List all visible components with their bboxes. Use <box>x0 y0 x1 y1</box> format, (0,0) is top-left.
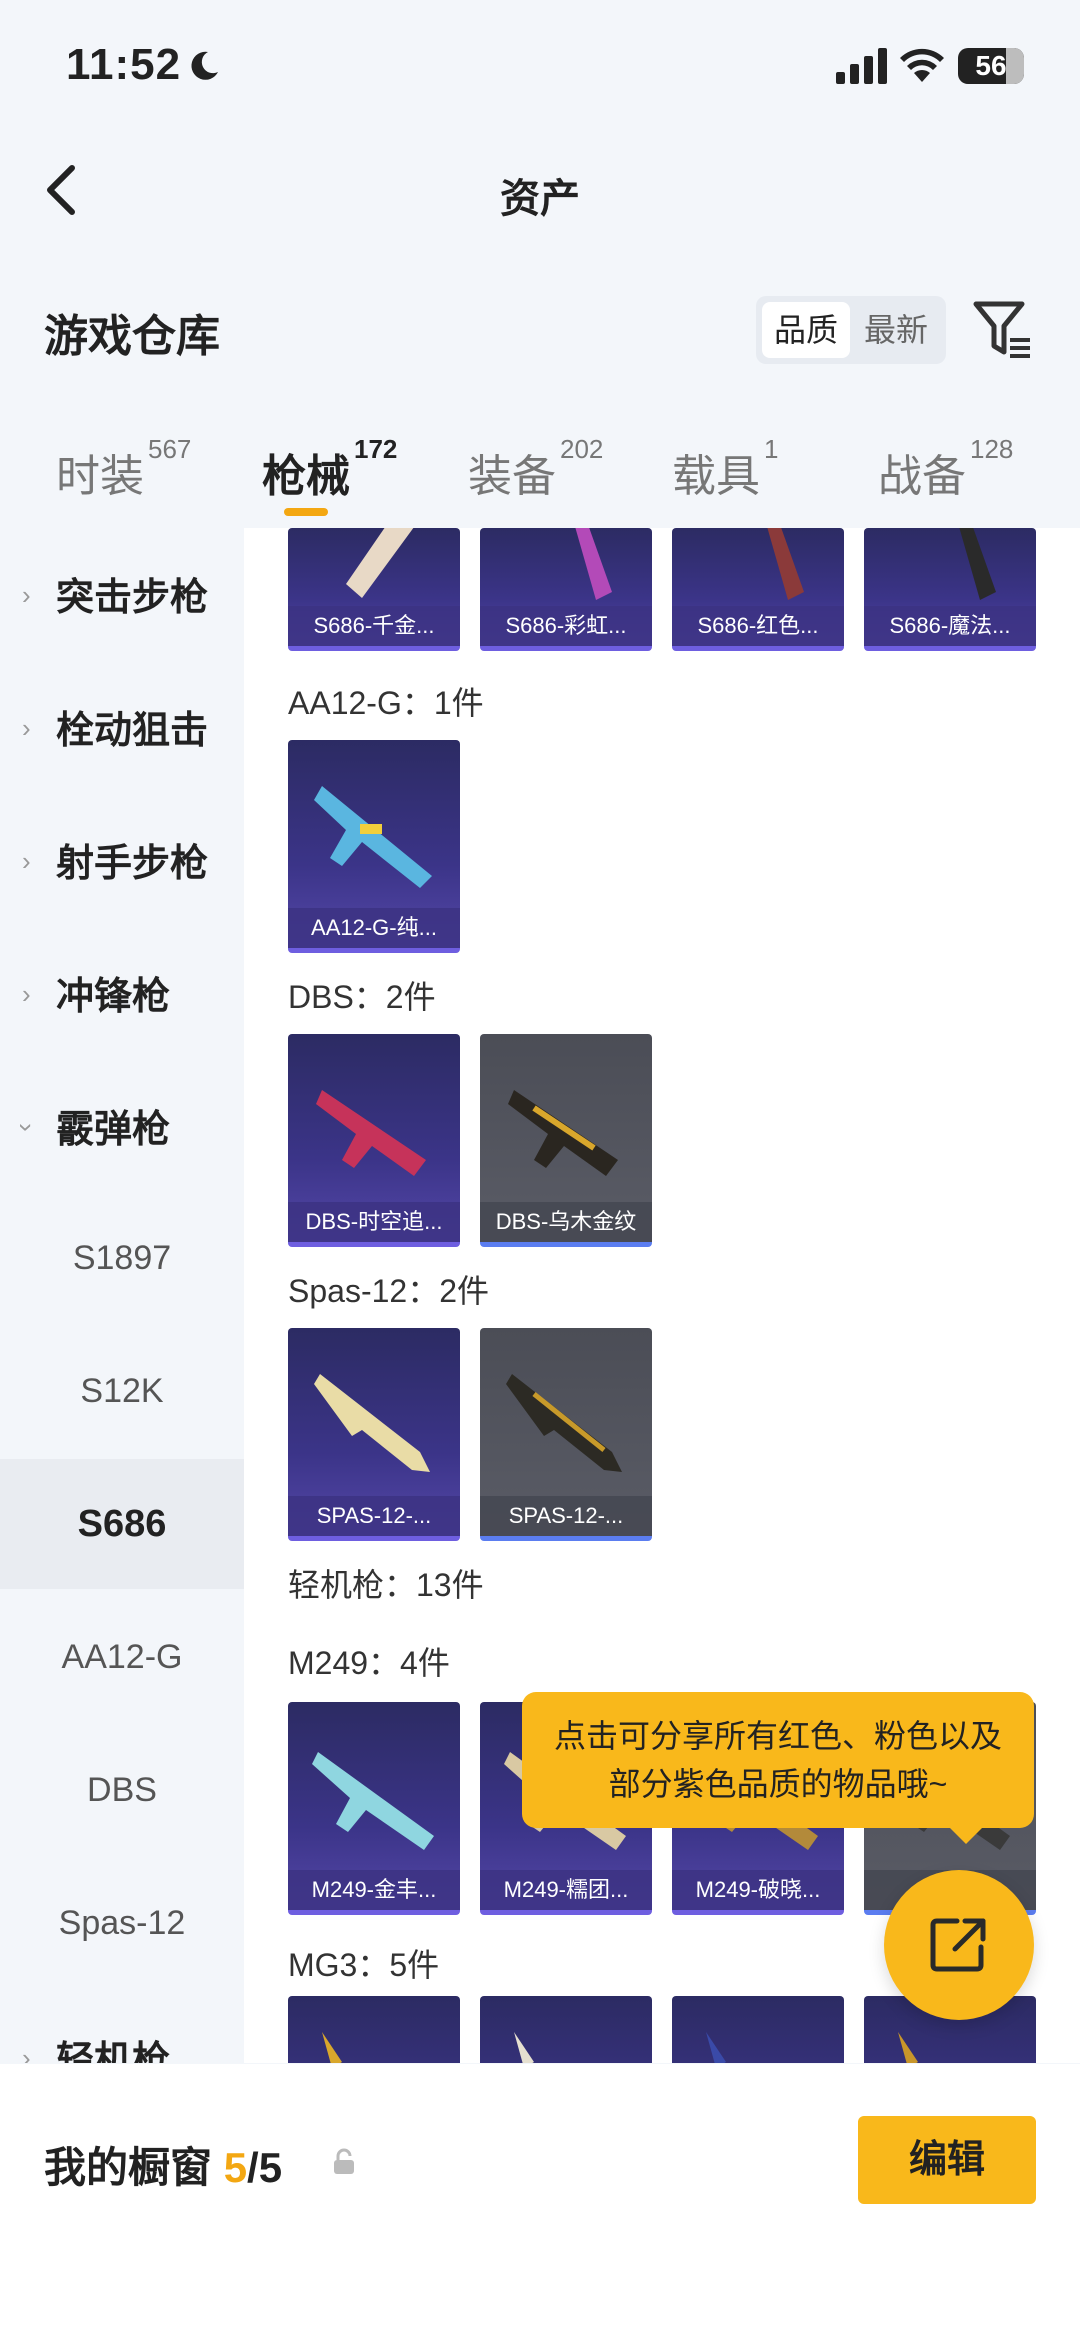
aa12g-row: AA12-G-纯... <box>288 740 460 953</box>
shotgun-icon <box>767 528 804 600</box>
showcase-current: 5 <box>223 2144 248 2191</box>
machine-gun-icon <box>514 2032 534 2063</box>
sidebar-item-lmg[interactable]: › 轻机枪 <box>0 1991 244 2063</box>
shotgun-icon <box>316 1090 426 1176</box>
page-title: 资产 <box>500 177 580 221</box>
chevron-down-icon: › <box>11 1123 42 1132</box>
item-card[interactable]: S686-千金... <box>288 528 460 651</box>
chevron-right-icon: › <box>22 2043 31 2063</box>
item-card[interactable] <box>288 1996 460 2063</box>
sidebar-sub-s686[interactable]: S686 <box>0 1459 244 1589</box>
category-tabs: 时装567 枪械172 装备202 载具1 战备128 <box>0 430 1080 530</box>
weapon-category-sidebar: › 突击步枪 › 栓动狙击 › 射手步枪 › 冲锋枪 › 霰弹枪 S1897 S… <box>0 528 244 2063</box>
machine-gun-icon <box>706 2032 726 2063</box>
sidebar-sub-s12k[interactable]: S12K <box>0 1326 244 1456</box>
shotgun-icon <box>959 528 996 600</box>
share-tooltip: 点击可分享所有红色、粉色以及 部分紫色品质的物品哦~ <box>522 1692 1034 1844</box>
shotgun-icon <box>575 528 612 600</box>
machine-gun-icon <box>322 2032 342 2063</box>
sidebar-sub-aa12g[interactable]: AA12-G <box>0 1592 244 1722</box>
group-title-spas12: Spas-12：2件 <box>288 1273 489 1309</box>
sidebar-sub-spas12[interactable]: Spas-12 <box>0 1858 244 1988</box>
item-card[interactable]: DBS-时空追... <box>288 1034 460 1247</box>
tab-fashion[interactable]: 时装567 <box>56 434 191 504</box>
item-card[interactable]: S686-彩虹... <box>480 528 652 651</box>
tooltip-line-2: 部分紫色品质的物品哦~ <box>608 1766 948 1802</box>
item-card[interactable]: S686-魔法... <box>864 528 1036 651</box>
sidebar-item-marksman-rifle[interactable]: › 射手步枪 <box>0 794 244 924</box>
edit-button[interactable]: 编辑 <box>858 2116 1036 2204</box>
item-card[interactable]: AA12-G-纯... <box>288 740 460 953</box>
tooltip-line-1: 点击可分享所有红色、粉色以及 <box>553 1718 1002 1754</box>
item-card[interactable]: M249-金丰... <box>288 1702 460 1915</box>
share-button[interactable] <box>884 1870 1034 2020</box>
sidebar-sub-s1897[interactable]: S1897 <box>0 1193 244 1323</box>
sidebar-item-bolt-sniper[interactable]: › 栓动狙击 <box>0 661 244 791</box>
group-title-aa12g: AA12-G：1件 <box>288 685 484 721</box>
tab-supplies[interactable]: 战备128 <box>878 434 1013 504</box>
sidebar-item-assault-rifle[interactable]: › 突击步枪 <box>0 528 244 658</box>
sort-toggle: 品质 最新 <box>756 296 946 364</box>
sidebar-item-shotgun[interactable]: › 霰弹枪 <box>0 1060 244 1190</box>
warehouse-title: 游戏仓库 <box>44 312 220 361</box>
tab-vehicles[interactable]: 载具1 <box>672 434 778 504</box>
status-bar: 11:52 56 <box>0 0 1080 130</box>
dbs-row: DBS-时空追... DBS-乌木金纹 <box>288 1034 652 1247</box>
machine-gun-icon <box>312 1752 434 1850</box>
showcase-total: /5 <box>247 2144 283 2191</box>
sort-newest[interactable]: 最新 <box>852 302 940 358</box>
machine-gun-icon <box>898 2032 918 2063</box>
tab-weapons[interactable]: 枪械172 <box>262 434 397 504</box>
item-card[interactable]: DBS-乌木金纹 <box>480 1034 652 1247</box>
sidebar-item-smg[interactable]: › 冲锋枪 <box>0 927 244 1057</box>
chevron-right-icon: › <box>22 713 31 743</box>
item-card[interactable] <box>672 1996 844 2063</box>
moon-icon <box>191 51 218 80</box>
group-title-m249: M249：4件 <box>288 1645 450 1681</box>
shotgun-icon <box>314 1374 430 1472</box>
lock-icon <box>334 2148 354 2174</box>
item-card[interactable]: S686-红色... <box>672 528 844 651</box>
sort-quality[interactable]: 品质 <box>762 302 850 358</box>
showcase-bar: 我的橱窗 5/5 编辑 <box>0 2064 1080 2337</box>
chevron-right-icon: › <box>22 580 31 610</box>
spas12-row: SPAS-12-... SPAS-12-... <box>288 1328 652 1541</box>
item-card[interactable] <box>480 1996 652 2063</box>
tab-equipment[interactable]: 装备202 <box>468 434 603 504</box>
active-tab-indicator <box>284 508 328 516</box>
sidebar-sub-dbs[interactable]: DBS <box>0 1725 244 1855</box>
battery-icon: 56 <box>958 48 1024 84</box>
shotgun-icon <box>508 1090 618 1176</box>
chevron-right-icon: › <box>22 979 31 1009</box>
share-icon <box>930 1918 986 1972</box>
shotgun-icon <box>346 528 414 598</box>
shotgun-icon <box>506 1374 622 1472</box>
group-title-mg3: MG3：5件 <box>288 1947 440 1983</box>
chevron-right-icon: › <box>22 846 31 876</box>
battery-level: 56 <box>975 50 1007 81</box>
item-card[interactable]: SPAS-12-... <box>288 1328 460 1541</box>
group-title-dbs: DBS：2件 <box>288 979 436 1015</box>
s686-row: S686-千金... S686-彩虹... S686-红色... S686-魔法… <box>288 528 1036 651</box>
shotgun-icon <box>314 786 432 888</box>
filter-icon[interactable] <box>972 298 1034 360</box>
section-title-lmg: 轻机枪：13件 <box>288 1567 484 1603</box>
wifi-icon <box>900 48 944 82</box>
item-card[interactable]: SPAS-12-... <box>480 1328 652 1541</box>
nav-bar: 资产 <box>0 130 1080 250</box>
status-time: 11:52 <box>66 40 182 89</box>
showcase-label: 我的橱窗 5/5 <box>44 2144 283 2191</box>
signal-icon <box>836 48 887 84</box>
